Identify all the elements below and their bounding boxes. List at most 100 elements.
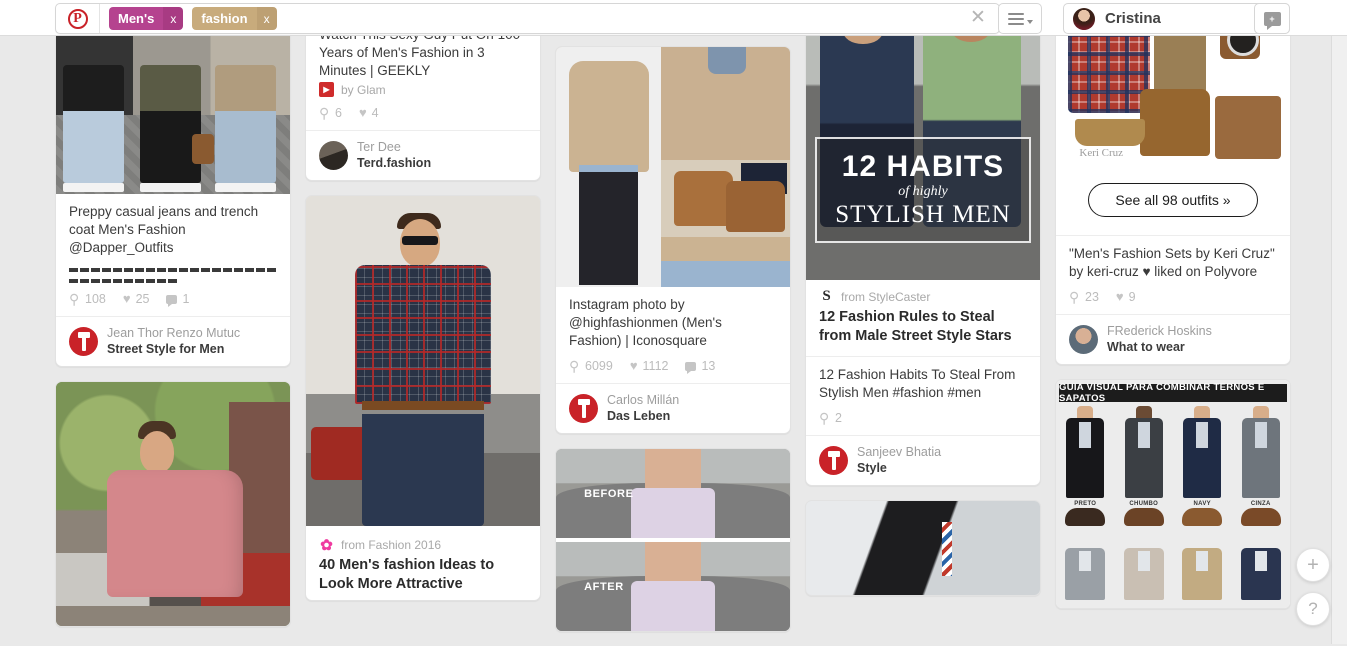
pinner-avatar [569, 394, 598, 423]
pin-image-plaid-shirt-man[interactable] [306, 196, 540, 526]
search-token-fashion[interactable]: fashion x [192, 7, 276, 30]
pin-stats: 108 ♥ 25 1 [69, 292, 277, 306]
image-text-overlay: 12 HABITS of highly STYLISH MEN [815, 137, 1030, 243]
see-all-outfits-button[interactable]: See all 98 outfits » [1088, 183, 1257, 217]
suit-label: CHUMBO [1129, 501, 1158, 507]
pinterest-logo-icon: P [68, 9, 88, 29]
pinner-board: Terd.fashion [357, 155, 431, 171]
pin-card[interactable]: GUIA VISUAL PARA COMBINAR TERNOS E SAPAT… [1055, 379, 1291, 609]
pin-source-label: by Glam [341, 83, 386, 97]
pin-title: Preppy casual jeans and trench coat Men'… [69, 203, 277, 257]
pin-card[interactable] [55, 381, 291, 627]
pinner-name: Carlos Millán [607, 392, 679, 408]
heart-icon: ♥ [1116, 291, 1124, 303]
pinner-avatar [1069, 325, 1098, 354]
pinner-info[interactable]: Jean Thor Renzo Mutuc Street Style for M… [56, 316, 290, 366]
youtube-icon: ▶ [319, 82, 334, 97]
pin-stats: 6099 ♥ 1112 13 [569, 359, 777, 373]
pin-card[interactable]: 12 HABITS of highly STYLISH MEN S from S… [805, 14, 1041, 486]
redacted-text-line [69, 279, 177, 283]
pin-stats: 6 ♥ 4 [319, 106, 527, 120]
pinner-avatar [819, 446, 848, 475]
pin-source[interactable]: ▶ by Glam [319, 82, 527, 97]
pinner-avatar [319, 141, 348, 170]
messages-icon: + [1264, 12, 1281, 26]
comment-icon [166, 295, 177, 304]
pin-description: 12 Fashion Habits To Steal From Stylish … [819, 366, 1027, 402]
pin-title: "Men's Fashion Sets by Keri Cruz" by ker… [1069, 245, 1277, 281]
heart-icon: ♥ [630, 360, 638, 372]
like-count: 4 [372, 106, 379, 120]
suits-guide-banner: GUIA VISUAL PARA COMBINAR TERNOS E SAPAT… [1059, 384, 1287, 402]
pinner-info[interactable]: FRederick Hoskins What to wear [1056, 314, 1290, 364]
pin-card[interactable]: Keri Cruz See all 98 outfits » "Men's Fa… [1055, 2, 1291, 365]
pin-image-suits-guide[interactable]: GUIA VISUAL PARA COMBINAR TERNOS E SAPAT… [1056, 380, 1290, 608]
pinner-avatar [69, 327, 98, 356]
repin-icon [569, 360, 580, 372]
search-token-label: Men's [109, 7, 163, 30]
repin-count: 2 [835, 411, 842, 425]
search-token-mens[interactable]: Men's x [109, 7, 183, 30]
search-bar[interactable]: P Men's x fashion x [55, 3, 1000, 34]
pin-card[interactable]: Preppy casual jeans and trench coat Men'… [55, 6, 291, 367]
pin-image-sweater-collage[interactable] [556, 47, 790, 287]
repin-icon [819, 412, 830, 424]
pinner-name: Ter Dee [357, 139, 431, 155]
pin-column-2: Watch This Sexy Guy Put On 100 Years of … [305, 8, 541, 615]
pin-card[interactable]: BEFORE AFTER [555, 448, 791, 632]
remove-token-icon[interactable]: x [257, 7, 277, 30]
search-token-label: fashion [192, 7, 256, 30]
pin-source-label: from Fashion 2016 [341, 538, 441, 552]
like-count: 9 [1129, 290, 1136, 304]
avatar [1073, 8, 1095, 30]
pin-source[interactable]: S from StyleCaster [819, 289, 1027, 304]
pin-card[interactable]: Instagram photo by @highfashionmen (Men'… [555, 46, 791, 434]
overlay-line-1: 12 HABITS [842, 151, 1004, 183]
comment-icon [685, 362, 696, 371]
pinner-info[interactable]: Carlos Millán Das Leben [556, 383, 790, 433]
top-header-bar: P Men's x fashion x ✕ Cristina + [0, 0, 1347, 36]
pin-card[interactable] [805, 500, 1041, 596]
pinner-name: Sanjeev Bhatia [857, 444, 941, 460]
repin-icon [319, 107, 330, 119]
search-input[interactable] [277, 4, 999, 33]
remove-token-icon[interactable]: x [163, 7, 183, 30]
page-scrollbar[interactable] [1331, 36, 1347, 644]
pinner-board: What to wear [1107, 339, 1212, 355]
pinner-info[interactable]: Sanjeev Bhatia Style [806, 435, 1040, 485]
pin-stats: 2 [819, 411, 1027, 425]
pin-image-collar-before-after[interactable]: BEFORE AFTER [556, 449, 790, 631]
pin-column-4: 12 HABITS of highly STYLISH MEN S from S… [805, 14, 1041, 610]
pin-column-3: Instagram photo by @highfashionmen (Men'… [555, 18, 791, 646]
pinner-info[interactable]: Ter Dee Terd.fashion [306, 130, 540, 180]
pin-title: 12 Fashion Rules to Steal from Male Stre… [819, 308, 1027, 346]
heart-icon: ♥ [123, 293, 131, 305]
comment-count: 1 [182, 292, 189, 306]
pin-stats: 23 ♥ 9 [1069, 290, 1277, 304]
pin-source[interactable]: ✿ from Fashion 2016 [319, 537, 527, 552]
notifications-button[interactable]: + [1254, 3, 1290, 34]
repin-count: 23 [1085, 290, 1099, 304]
suit-label: PRETO [1074, 501, 1096, 507]
pin-image-pink-shirt-man[interactable] [56, 382, 290, 626]
pin-title: 40 Men's fashion Ideas to Look More Attr… [319, 556, 527, 594]
clear-search-icon[interactable]: ✕ [967, 8, 989, 30]
help-button[interactable]: ? [1296, 592, 1330, 626]
pinner-name: Jean Thor Renzo Mutuc [107, 325, 240, 341]
overlay-label-before: BEFORE [584, 488, 633, 500]
pin-card[interactable]: ✿ from Fashion 2016 40 Men's fashion Ide… [305, 195, 541, 601]
pin-image-twelve-habits[interactable]: 12 HABITS of highly STYLISH MEN [806, 15, 1040, 280]
pin-title: Instagram photo by @highfashionmen (Men'… [569, 296, 777, 350]
pin-image-barbershop[interactable] [806, 501, 1040, 595]
redacted-text-line [69, 268, 277, 272]
comment-count: 13 [701, 359, 715, 373]
overlay-line-2: of highly [898, 183, 947, 201]
pinner-board: Street Style for Men [107, 341, 240, 357]
pin-column-1: Preppy casual jeans and trench coat Men'… [55, 6, 291, 641]
pin-grid: Preppy casual jeans and trench coat Men'… [0, 36, 1347, 644]
pinner-board: Style [857, 460, 941, 476]
repin-count: 108 [85, 292, 106, 306]
add-pin-button[interactable]: + [1296, 548, 1330, 582]
menu-button[interactable] [998, 3, 1042, 34]
pinterest-logo-button[interactable]: P [56, 4, 100, 33]
